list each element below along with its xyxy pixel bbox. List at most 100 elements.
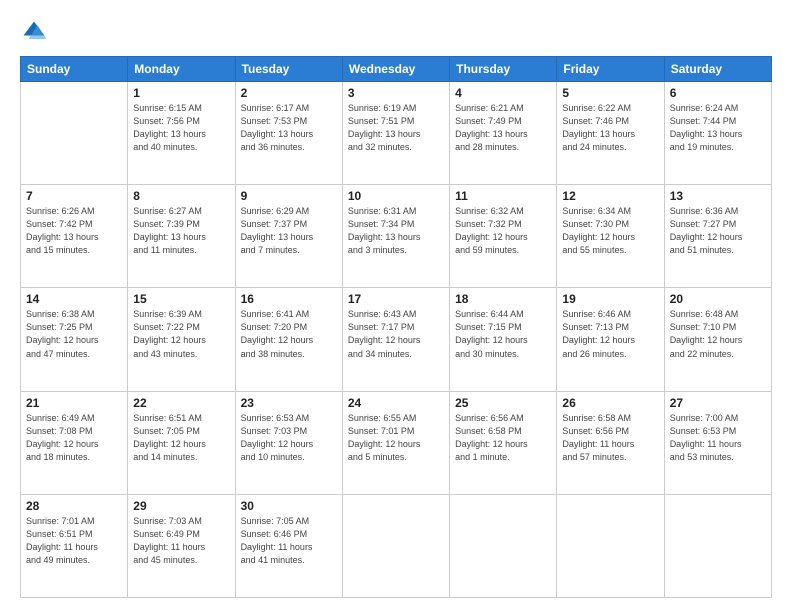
day-number: 2 — [241, 86, 337, 100]
calendar-cell: 28 Sunrise: 7:01 AM Sunset: 6:51 PM Dayli… — [21, 494, 128, 597]
day-info: Sunrise: 6:34 AM Sunset: 7:30 PM Dayligh… — [562, 205, 658, 257]
day-info: Sunrise: 6:53 AM Sunset: 7:03 PM Dayligh… — [241, 412, 337, 464]
day-info: Sunrise: 6:56 AM Sunset: 6:58 PM Dayligh… — [455, 412, 551, 464]
logo-icon — [20, 18, 48, 46]
day-info: Sunrise: 6:22 AM Sunset: 7:46 PM Dayligh… — [562, 102, 658, 154]
day-number: 14 — [26, 292, 122, 306]
calendar-cell: 16 Sunrise: 6:41 AM Sunset: 7:20 PM Dayli… — [235, 288, 342, 391]
calendar-header-friday: Friday — [557, 57, 664, 82]
day-info: Sunrise: 6:27 AM Sunset: 7:39 PM Dayligh… — [133, 205, 229, 257]
calendar-table: SundayMondayTuesdayWednesdayThursdayFrid… — [20, 56, 772, 598]
calendar-cell: 13 Sunrise: 6:36 AM Sunset: 7:27 PM Dayli… — [664, 185, 771, 288]
day-info: Sunrise: 6:46 AM Sunset: 7:13 PM Dayligh… — [562, 308, 658, 360]
day-info: Sunrise: 6:43 AM Sunset: 7:17 PM Dayligh… — [348, 308, 444, 360]
day-number: 20 — [670, 292, 766, 306]
day-info: Sunrise: 6:15 AM Sunset: 7:56 PM Dayligh… — [133, 102, 229, 154]
day-info: Sunrise: 6:55 AM Sunset: 7:01 PM Dayligh… — [348, 412, 444, 464]
calendar-cell: 18Sunrise: 6:44 AM Sunset: 7:15 PM Dayli… — [450, 288, 557, 391]
calendar-cell: 11 Sunrise: 6:32 AM Sunset: 7:32 PM Dayli… — [450, 185, 557, 288]
calendar-cell: 2 Sunrise: 6:17 AM Sunset: 7:53 PM Daylig… — [235, 82, 342, 185]
day-info: Sunrise: 7:01 AM Sunset: 6:51 PM Dayligh… — [26, 515, 122, 567]
day-info: Sunrise: 6:58 AM Sunset: 6:56 PM Dayligh… — [562, 412, 658, 464]
day-info: Sunrise: 6:19 AM Sunset: 7:51 PM Dayligh… — [348, 102, 444, 154]
calendar-header-monday: Monday — [128, 57, 235, 82]
calendar-cell: 5 Sunrise: 6:22 AM Sunset: 7:46 PM Daylig… — [557, 82, 664, 185]
day-info: Sunrise: 7:03 AM Sunset: 6:49 PM Dayligh… — [133, 515, 229, 567]
day-number: 25 — [455, 396, 551, 410]
day-number: 13 — [670, 189, 766, 203]
calendar-cell — [664, 494, 771, 597]
day-number: 21 — [26, 396, 122, 410]
day-info: Sunrise: 6:41 AM Sunset: 7:20 PM Dayligh… — [241, 308, 337, 360]
calendar-cell: 7 Sunrise: 6:26 AM Sunset: 7:42 PM Daylig… — [21, 185, 128, 288]
day-info: Sunrise: 6:17 AM Sunset: 7:53 PM Dayligh… — [241, 102, 337, 154]
calendar-cell: 9 Sunrise: 6:29 AM Sunset: 7:37 PM Daylig… — [235, 185, 342, 288]
calendar-cell — [342, 494, 449, 597]
calendar-cell: 3Sunrise: 6:19 AM Sunset: 7:51 PM Daylig… — [342, 82, 449, 185]
day-number: 4 — [455, 86, 551, 100]
calendar-cell: 10Sunrise: 6:31 AM Sunset: 7:34 PM Dayli… — [342, 185, 449, 288]
day-number: 24 — [348, 396, 444, 410]
day-number: 9 — [241, 189, 337, 203]
day-info: Sunrise: 6:29 AM Sunset: 7:37 PM Dayligh… — [241, 205, 337, 257]
calendar-header-row: SundayMondayTuesdayWednesdayThursdayFrid… — [21, 57, 772, 82]
calendar-week-row: 14 Sunrise: 6:38 AM Sunset: 7:25 PM Dayli… — [21, 288, 772, 391]
day-number: 5 — [562, 86, 658, 100]
day-info: Sunrise: 6:21 AM Sunset: 7:49 PM Dayligh… — [455, 102, 551, 154]
calendar-cell: 15 Sunrise: 6:39 AM Sunset: 7:22 PM Dayli… — [128, 288, 235, 391]
day-info: Sunrise: 6:44 AM Sunset: 7:15 PM Dayligh… — [455, 308, 551, 360]
day-info: Sunrise: 6:49 AM Sunset: 7:08 PM Dayligh… — [26, 412, 122, 464]
day-number: 17 — [348, 292, 444, 306]
day-number: 11 — [455, 189, 551, 203]
calendar-header-thursday: Thursday — [450, 57, 557, 82]
day-number: 26 — [562, 396, 658, 410]
calendar-cell: 30Sunrise: 7:05 AM Sunset: 6:46 PM Dayli… — [235, 494, 342, 597]
day-number: 6 — [670, 86, 766, 100]
day-number: 22 — [133, 396, 229, 410]
calendar-week-row: 28 Sunrise: 7:01 AM Sunset: 6:51 PM Dayli… — [21, 494, 772, 597]
calendar-cell: 20 Sunrise: 6:48 AM Sunset: 7:10 PM Dayli… — [664, 288, 771, 391]
day-info: Sunrise: 6:32 AM Sunset: 7:32 PM Dayligh… — [455, 205, 551, 257]
calendar-week-row: 1 Sunrise: 6:15 AM Sunset: 7:56 PM Daylig… — [21, 82, 772, 185]
day-number: 19 — [562, 292, 658, 306]
calendar-header-wednesday: Wednesday — [342, 57, 449, 82]
day-number: 10 — [348, 189, 444, 203]
day-info: Sunrise: 6:36 AM Sunset: 7:27 PM Dayligh… — [670, 205, 766, 257]
day-number: 27 — [670, 396, 766, 410]
calendar-cell: 1 Sunrise: 6:15 AM Sunset: 7:56 PM Daylig… — [128, 82, 235, 185]
day-info: Sunrise: 6:39 AM Sunset: 7:22 PM Dayligh… — [133, 308, 229, 360]
day-number: 8 — [133, 189, 229, 203]
calendar-cell: 29 Sunrise: 7:03 AM Sunset: 6:49 PM Dayli… — [128, 494, 235, 597]
day-number: 16 — [241, 292, 337, 306]
calendar-cell — [450, 494, 557, 597]
day-number: 30 — [241, 499, 337, 513]
calendar-cell: 23Sunrise: 6:53 AM Sunset: 7:03 PM Dayli… — [235, 391, 342, 494]
day-number: 15 — [133, 292, 229, 306]
day-number: 12 — [562, 189, 658, 203]
day-info: Sunrise: 7:00 AM Sunset: 6:53 PM Dayligh… — [670, 412, 766, 464]
calendar-cell: 17 Sunrise: 6:43 AM Sunset: 7:17 PM Dayli… — [342, 288, 449, 391]
calendar-cell: 27 Sunrise: 7:00 AM Sunset: 6:53 PM Dayli… — [664, 391, 771, 494]
day-info: Sunrise: 6:48 AM Sunset: 7:10 PM Dayligh… — [670, 308, 766, 360]
page: SundayMondayTuesdayWednesdayThursdayFrid… — [0, 0, 792, 612]
day-info: Sunrise: 6:26 AM Sunset: 7:42 PM Dayligh… — [26, 205, 122, 257]
day-info: Sunrise: 6:51 AM Sunset: 7:05 PM Dayligh… — [133, 412, 229, 464]
calendar-cell — [21, 82, 128, 185]
calendar-cell — [557, 494, 664, 597]
calendar-cell: 25 Sunrise: 6:56 AM Sunset: 6:58 PM Dayli… — [450, 391, 557, 494]
day-info: Sunrise: 6:38 AM Sunset: 7:25 PM Dayligh… — [26, 308, 122, 360]
day-number: 29 — [133, 499, 229, 513]
calendar-cell: 19 Sunrise: 6:46 AM Sunset: 7:13 PM Dayli… — [557, 288, 664, 391]
day-info: Sunrise: 6:24 AM Sunset: 7:44 PM Dayligh… — [670, 102, 766, 154]
calendar-cell: 14 Sunrise: 6:38 AM Sunset: 7:25 PM Dayli… — [21, 288, 128, 391]
day-number: 28 — [26, 499, 122, 513]
calendar-cell: 21 Sunrise: 6:49 AM Sunset: 7:08 PM Dayli… — [21, 391, 128, 494]
calendar-cell: 24 Sunrise: 6:55 AM Sunset: 7:01 PM Dayli… — [342, 391, 449, 494]
calendar-header-sunday: Sunday — [21, 57, 128, 82]
calendar-header-saturday: Saturday — [664, 57, 771, 82]
logo — [20, 18, 52, 46]
day-number: 7 — [26, 189, 122, 203]
day-number: 1 — [133, 86, 229, 100]
calendar-week-row: 21 Sunrise: 6:49 AM Sunset: 7:08 PM Dayli… — [21, 391, 772, 494]
header — [20, 18, 772, 46]
